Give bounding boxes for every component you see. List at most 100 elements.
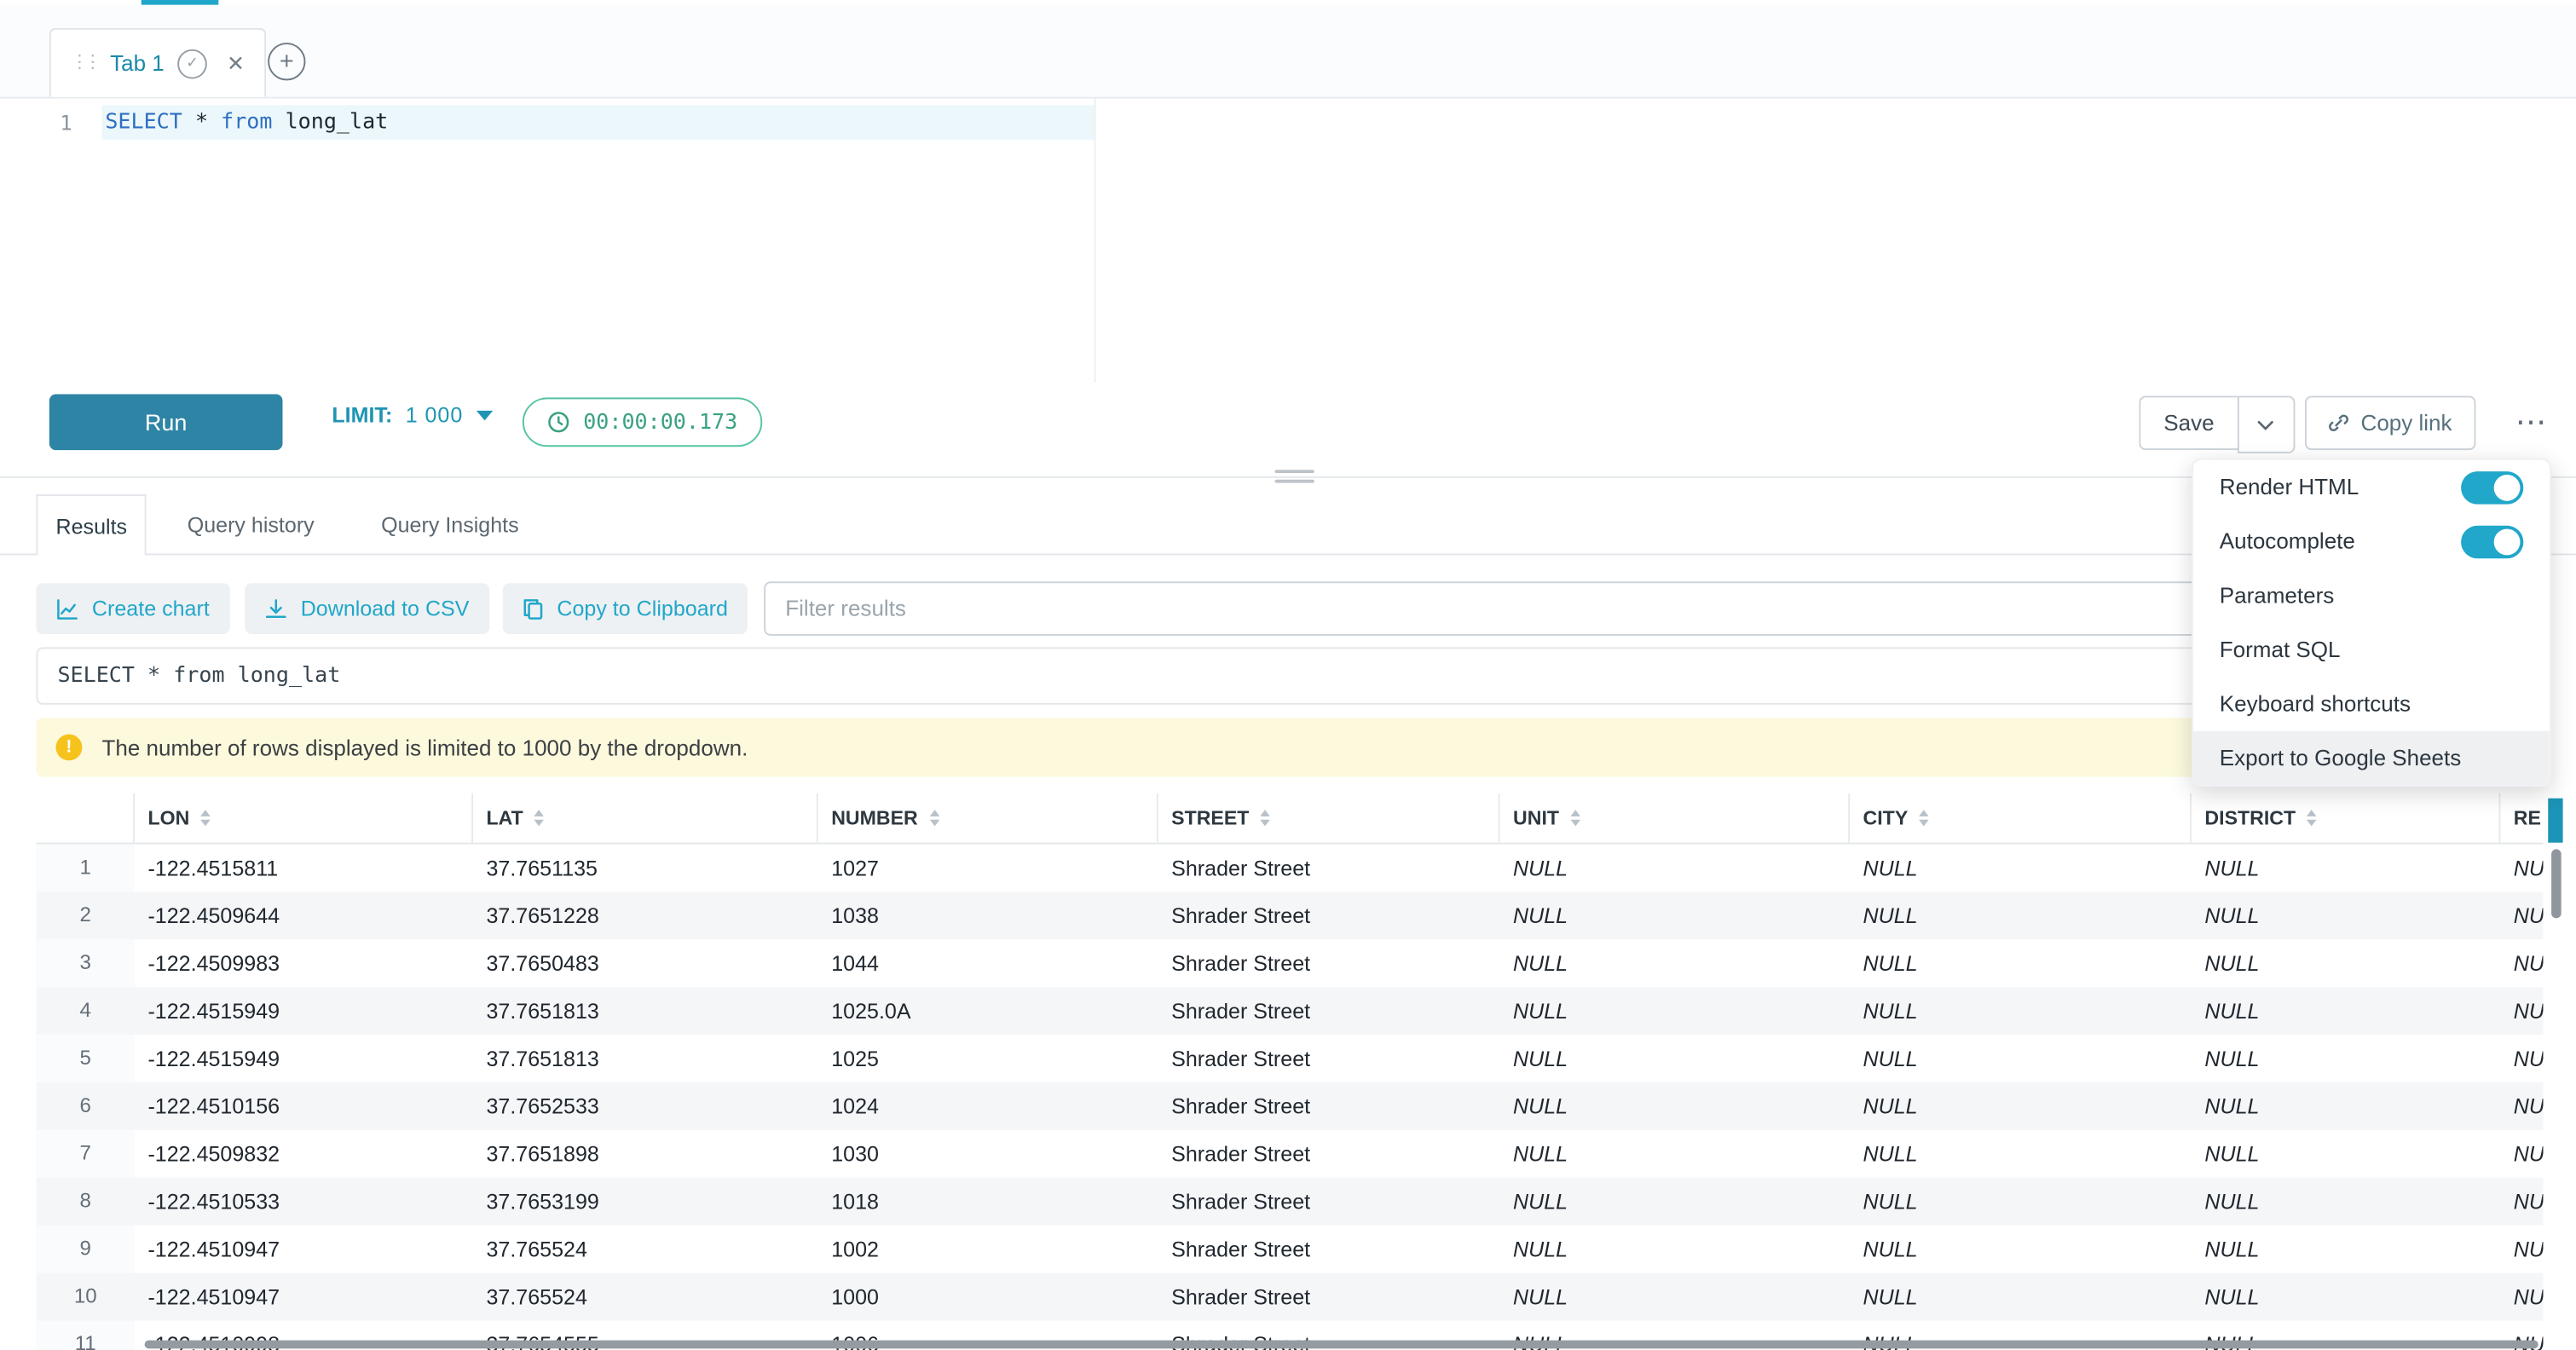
table-cell: Shrader Street — [1158, 987, 1500, 1035]
table-cell: NULL — [2192, 1273, 2500, 1321]
create-chart-button[interactable]: Create chart — [36, 583, 229, 634]
row-number: 6 — [36, 1082, 135, 1130]
copy-icon — [523, 597, 544, 620]
limit-value: 1 000 — [406, 402, 464, 427]
table-cell: NULL — [1500, 1273, 1851, 1321]
autocomplete-toggle[interactable] — [2461, 525, 2523, 558]
column-header-unit[interactable]: UNIT — [1500, 793, 1851, 843]
column-header-lon[interactable]: LON — [135, 793, 473, 843]
save-options-button[interactable] — [2238, 395, 2295, 453]
table-cell: NULL — [1500, 939, 1851, 987]
run-button[interactable]: Run — [49, 395, 283, 451]
options-menu: Render HTML Autocomplete Parameters Form… — [2192, 459, 2551, 787]
download-csv-button[interactable]: Download to CSV — [245, 583, 488, 634]
table-cell: 1027 — [818, 845, 1158, 892]
menu-item-label: Export to Google Sheets — [2220, 746, 2461, 770]
column-header-lat[interactable]: LAT — [473, 793, 818, 843]
sort-icon[interactable] — [1570, 810, 1580, 826]
limit-dropdown[interactable]: LIMIT: 1 000 — [332, 402, 493, 427]
render-html-toggle[interactable] — [2461, 470, 2523, 504]
editor-tab[interactable]: ⋮⋮ Tab 1 ✓ ✕ — [49, 28, 266, 97]
menu-item-label: Render HTML — [2220, 475, 2359, 499]
column-header-district[interactable]: DISTRICT — [2192, 793, 2500, 843]
column-header-city[interactable]: CITY — [1850, 793, 2192, 843]
copy-link-button[interactable]: Copy link — [2305, 395, 2475, 450]
table-cell: 1024 — [818, 1082, 1158, 1130]
table-cell: NULL — [1850, 1273, 2192, 1321]
table-body: 1-122.451581137.76511351027Shrader Stree… — [36, 845, 2543, 1350]
table-cell: Shrader Street — [1158, 939, 1500, 987]
pane-resize-grip[interactable] — [1275, 470, 1314, 482]
save-button[interactable]: Save — [2139, 395, 2237, 450]
table-cell: 1025 — [818, 1035, 1158, 1082]
tab-results[interactable]: Results — [36, 494, 147, 555]
tab-query-insights[interactable]: Query Insights — [381, 494, 519, 555]
copy-clipboard-label: Copy to Clipboard — [557, 597, 728, 621]
check-circle-icon: ✓ — [177, 49, 207, 78]
horizontal-scrollbar[interactable] — [145, 1341, 2538, 1349]
column-header-number[interactable]: NUMBER — [818, 793, 1158, 843]
warning-text: The number of rows displayed is limited … — [101, 735, 748, 759]
menu-item-format-sql[interactable]: Format SQL — [2193, 622, 2550, 677]
menu-item-keyboard-shortcuts[interactable]: Keyboard shortcuts — [2193, 677, 2550, 731]
table-row: 2-122.450964437.76512281038Shrader Stree… — [36, 892, 2543, 940]
table-cell: 1030 — [818, 1130, 1158, 1178]
table-cell: NULL — [2500, 1273, 2543, 1321]
tab-query-history[interactable]: Query history — [188, 494, 315, 555]
editor-tab-strip: ⋮⋮ Tab 1 ✓ ✕ + — [0, 5, 2576, 99]
table-cell: NULL — [1500, 1082, 1851, 1130]
sort-icon[interactable] — [1261, 810, 1271, 826]
table-cell: NULL — [2192, 1035, 2500, 1082]
column-header-street[interactable]: STREET — [1158, 793, 1500, 843]
table-cell: NULL — [2500, 1130, 2543, 1178]
table-cell: NULL — [2500, 1226, 2543, 1273]
table-cell: 37.7653199 — [473, 1178, 818, 1226]
table-cell: NULL — [1500, 1130, 1851, 1178]
warning-icon: ! — [56, 735, 83, 761]
table-cell: Shrader Street — [1158, 1226, 1500, 1273]
sql-identifier: long_lat — [272, 110, 388, 135]
table-cell: 1038 — [818, 892, 1158, 940]
table-cell: NULL — [1850, 1082, 2192, 1130]
column-header — [36, 793, 135, 843]
table-cell: NULL — [1850, 845, 2192, 892]
editor-tab-label: Tab 1 — [110, 51, 165, 76]
add-tab-button[interactable]: + — [268, 43, 305, 80]
vertical-scrollbar[interactable] — [2551, 849, 2562, 918]
table-cell: NULL — [1850, 1035, 2192, 1082]
menu-item-label: Keyboard shortcuts — [2220, 691, 2411, 716]
table-cell: NULL — [2192, 987, 2500, 1035]
sort-icon[interactable] — [201, 810, 211, 826]
sql-lab-app: ⋮⋮ Tab 1 ✓ ✕ + 1 SELECT * from long_lat … — [0, 0, 2576, 1350]
column-header-re[interactable]: RE — [2500, 793, 2543, 843]
menu-item-autocomplete[interactable]: Autocomplete — [2193, 514, 2550, 568]
table-cell: NULL — [1500, 892, 1851, 940]
sort-icon[interactable] — [1920, 810, 1930, 826]
table-cell: 37.765524 — [473, 1273, 818, 1321]
row-number: 11 — [36, 1321, 135, 1350]
table-cell: NULL — [2192, 1082, 2500, 1130]
menu-item-export-google-sheets[interactable]: Export to Google Sheets — [2193, 731, 2550, 786]
sort-icon[interactable] — [929, 810, 939, 826]
table-cell: 37.7652533 — [473, 1082, 818, 1130]
table-cell: NULL — [2500, 1082, 2543, 1130]
more-options-button[interactable]: ⋯ — [2504, 395, 2560, 450]
copy-clipboard-button[interactable]: Copy to Clipboard — [503, 583, 748, 634]
sort-icon[interactable] — [2307, 810, 2318, 826]
table-row: 5-122.451594937.76518131025Shrader Stree… — [36, 1035, 2543, 1082]
table-cell: Shrader Street — [1158, 1273, 1500, 1321]
table-row: 3-122.450998337.76504831044Shrader Stree… — [36, 939, 2543, 987]
row-number: 4 — [36, 987, 135, 1035]
table-cell: -122.4515811 — [135, 845, 473, 892]
sql-editor[interactable]: 1 SELECT * from long_lat — [0, 99, 2576, 384]
download-csv-label: Download to CSV — [301, 597, 470, 621]
drag-handle-icon[interactable]: ⋮⋮ — [71, 55, 97, 72]
sort-icon[interactable] — [534, 810, 545, 826]
download-icon — [264, 597, 287, 620]
results-grid: LON LAT NUMBER STREET UNIT CITY DISTRICT… — [36, 793, 2543, 1350]
editor-code-line[interactable]: SELECT * from long_lat — [105, 105, 388, 139]
close-tab-icon[interactable]: ✕ — [227, 53, 245, 74]
table-cell: 37.7651898 — [473, 1130, 818, 1178]
menu-item-render-html[interactable]: Render HTML — [2193, 460, 2550, 515]
menu-item-parameters[interactable]: Parameters — [2193, 568, 2550, 623]
